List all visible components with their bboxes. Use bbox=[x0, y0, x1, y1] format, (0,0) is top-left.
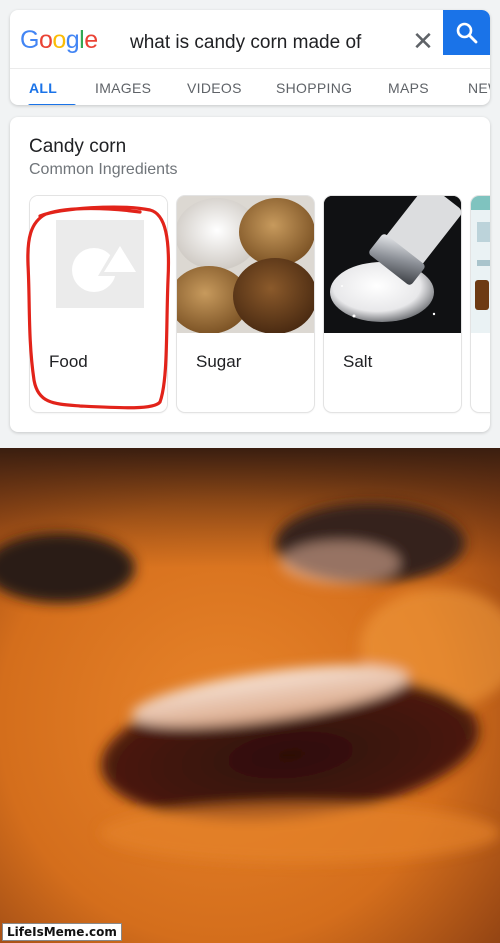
tab-shopping[interactable]: SHOPPING bbox=[276, 80, 352, 96]
placeholder-icon bbox=[72, 242, 138, 292]
tab-videos[interactable]: VIDEOS bbox=[187, 80, 242, 96]
sugar-photo bbox=[177, 196, 314, 333]
logo-letter-o2: o bbox=[52, 26, 66, 54]
google-search-screenshot: Google what is candy corn made of ✕ ALL … bbox=[0, 0, 500, 448]
ingredient-item-partial[interactable]: L S bbox=[471, 196, 490, 412]
ingredient-item-salt[interactable]: Salt bbox=[324, 196, 461, 412]
logo-letter-e: e bbox=[84, 26, 98, 54]
bee-face-meme-image bbox=[0, 448, 500, 943]
ingredient-label-food: Food bbox=[49, 352, 88, 371]
search-tabs: ALL IMAGES VIDEOS SHOPPING MAPS NEWS bbox=[10, 68, 490, 105]
card-subtitle: Common Ingredients bbox=[29, 161, 178, 178]
active-tab-indicator bbox=[28, 104, 76, 105]
clear-search-button[interactable]: ✕ bbox=[408, 26, 438, 56]
placeholder-image bbox=[30, 196, 167, 333]
ingredient-label-salt: Salt bbox=[343, 352, 373, 371]
logo-letter-g2: g bbox=[65, 26, 80, 54]
logo-letter-o1: o bbox=[38, 26, 53, 54]
bee-face-closeup bbox=[0, 448, 500, 943]
search-input[interactable]: what is candy corn made of bbox=[130, 32, 361, 54]
close-icon: ✕ bbox=[412, 26, 434, 56]
placeholder-box bbox=[56, 220, 144, 308]
watermark: LifeIsMeme.com bbox=[2, 923, 122, 941]
ingredient-label-sugar: Sugar bbox=[196, 352, 242, 371]
search-icon bbox=[456, 22, 478, 44]
logo-letter-g: G bbox=[20, 26, 39, 54]
tab-images[interactable]: IMAGES bbox=[95, 80, 151, 96]
search-bar-card: Google what is candy corn made of ✕ ALL … bbox=[10, 10, 490, 105]
tab-maps[interactable]: MAPS bbox=[388, 80, 429, 96]
ingredients-card: Candy corn Common Ingredients Food Sugar… bbox=[10, 117, 490, 432]
tab-news[interactable]: NEWS bbox=[468, 80, 490, 96]
card-title[interactable]: Candy corn bbox=[29, 136, 126, 158]
search-button[interactable] bbox=[443, 10, 490, 55]
google-logo[interactable]: Google bbox=[20, 26, 98, 55]
ingredient-item-food[interactable]: Food bbox=[30, 196, 167, 412]
tab-all[interactable]: ALL bbox=[29, 80, 57, 96]
ingredient-label-photo bbox=[471, 196, 490, 333]
salt-shaker-photo bbox=[324, 196, 461, 333]
ingredient-item-sugar[interactable]: Sugar bbox=[177, 196, 314, 412]
